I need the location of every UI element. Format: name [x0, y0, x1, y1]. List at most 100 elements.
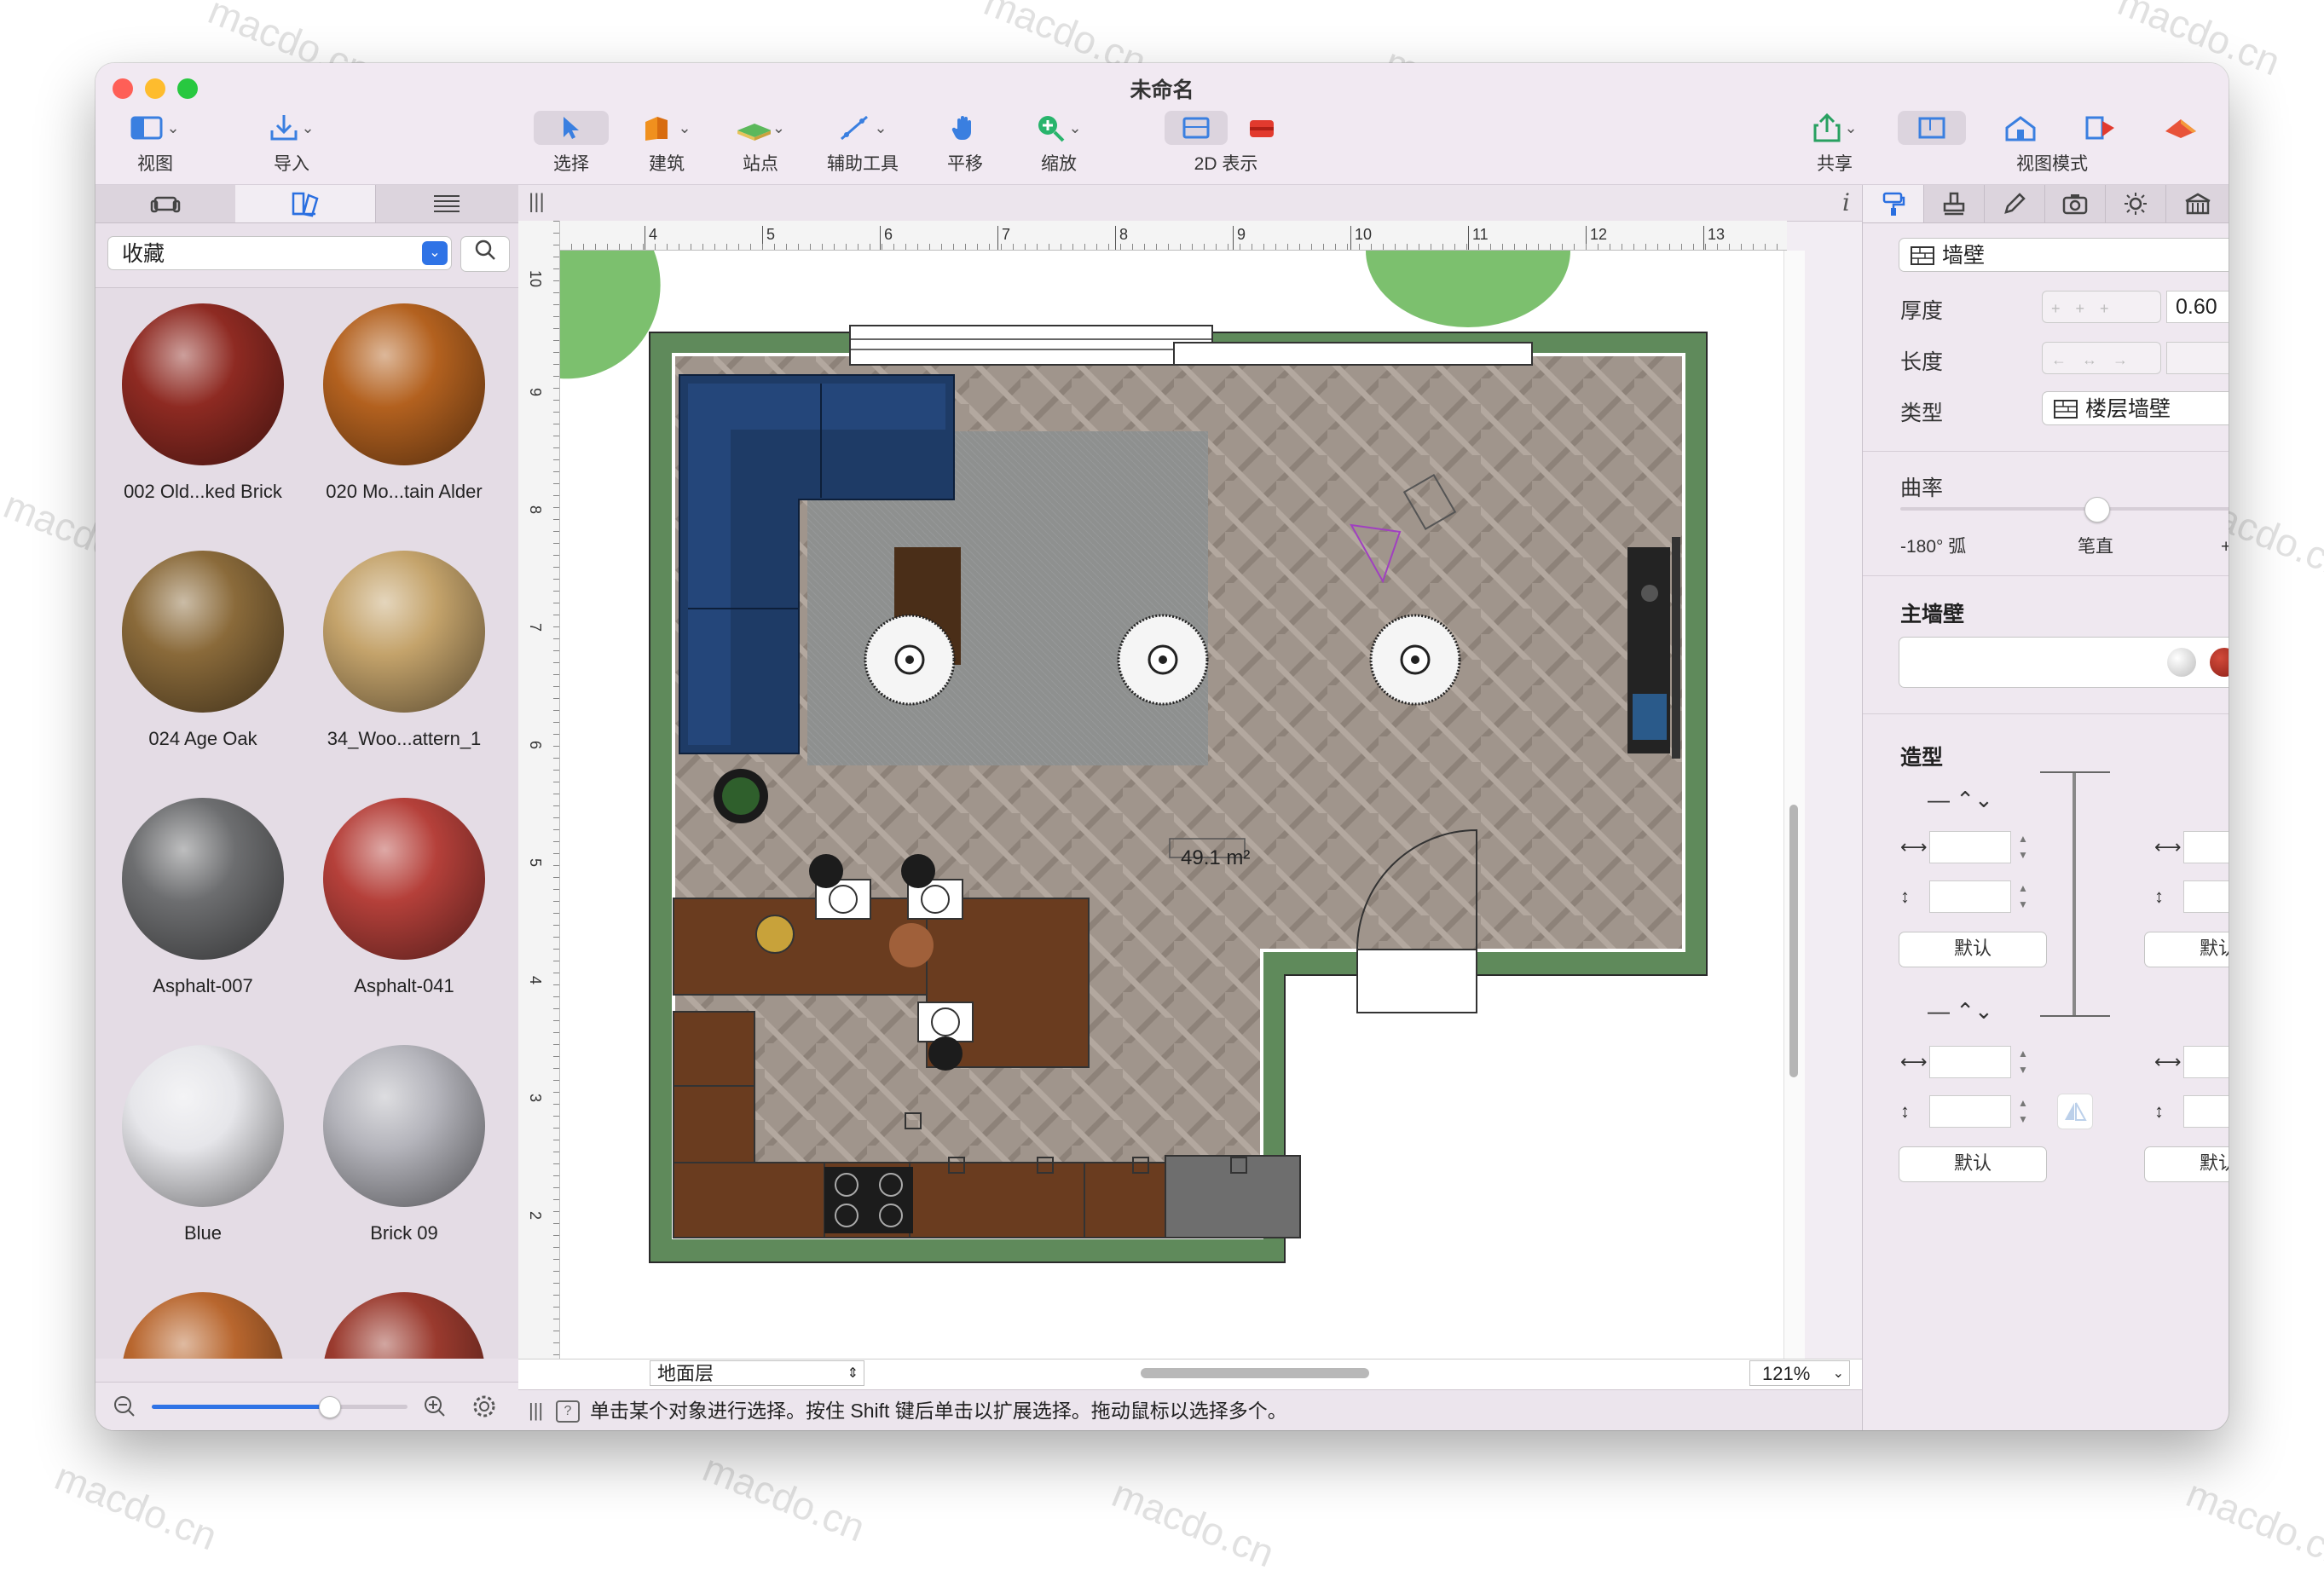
view-mode-house-button[interactable] — [1995, 111, 2046, 145]
ceiling-lamp[interactable] — [1117, 614, 1209, 706]
import-button[interactable]: ⌄ 导入 — [249, 111, 334, 179]
area-label[interactable]: 49.1 m² — [1181, 846, 1250, 869]
stepper[interactable]: ▲ ▼ — [2015, 1046, 2032, 1078]
shape-bottom-left-toggle[interactable]: — ⌃⌄ — [1928, 998, 1993, 1025]
ruler-tick-label: 8 — [527, 505, 544, 515]
display-2d-button[interactable] — [1165, 111, 1228, 145]
material-thumbnail[interactable]: Blue — [102, 1045, 304, 1244]
tab-pencil[interactable] — [1984, 185, 2045, 222]
red-material-swatch[interactable] — [2210, 648, 2229, 677]
gear-icon[interactable] — [471, 1393, 498, 1420]
default-button[interactable]: 默认 — [2144, 1146, 2229, 1182]
help-icon[interactable]: ? — [556, 1400, 580, 1423]
material-thumbnail[interactable]: 024 Age Oak — [102, 551, 304, 750]
material-sphere — [323, 798, 485, 960]
site-tool-button[interactable]: ⌄ 站点 — [718, 111, 803, 179]
material-name: 002 Old...ked Brick — [124, 481, 282, 502]
pan-tool-button[interactable]: 平移 — [931, 111, 999, 179]
watermark: macdo.cn — [2180, 1470, 2324, 1576]
wall-type-select[interactable]: 楼层墙壁 ⇕ — [2042, 391, 2229, 425]
library-category-select[interactable]: 收藏 ⌄ — [107, 236, 452, 270]
sidebar-toggle-icon[interactable]: ||| — [529, 190, 545, 214]
ruler-tick-label: 8 — [1115, 226, 1128, 250]
shape-br-height-input[interactable] — [2183, 1095, 2229, 1128]
material-thumbnail[interactable]: Asphalt-041 — [304, 798, 505, 997]
shape-bl-width-input[interactable] — [1929, 1046, 2011, 1078]
material-thumbnail[interactable]: Brick 09 — [304, 1045, 505, 1244]
default-button[interactable]: 默认 — [1899, 1146, 2047, 1182]
default-button[interactable]: 默认 — [2144, 932, 2229, 967]
tab-stamp[interactable] — [1923, 185, 1985, 222]
zoom-in-small-icon[interactable] — [423, 1394, 447, 1418]
tab-camera[interactable] — [2044, 185, 2106, 222]
tab-list[interactable] — [375, 185, 518, 222]
white-material-swatch[interactable] — [2167, 648, 2196, 677]
material-thumbnail[interactable]: 34_Woo...attern_1 — [304, 551, 505, 750]
shape-tl-height-input[interactable] — [1929, 880, 2011, 913]
floorplan-icon — [1918, 117, 1945, 139]
kitchen-counter-bottom[interactable] — [673, 1162, 1169, 1238]
ceiling-lamp[interactable] — [864, 614, 956, 706]
ruler-tick-label: 9 — [527, 388, 544, 397]
slider-knob[interactable] — [2084, 497, 2110, 522]
tab-objects[interactable] — [95, 185, 236, 222]
curvature-slider[interactable] — [1900, 497, 2229, 522]
library-panel: 收藏 ⌄ 002 Old...ked Brick 020 Mo...tain Ald… — [95, 185, 519, 1430]
aux-tools-button[interactable]: ⌄ 辅助工具 — [810, 111, 916, 179]
horizontal-scroll-thumb[interactable] — [1141, 1368, 1369, 1378]
stepper[interactable]: ▲ ▼ — [2015, 831, 2032, 863]
view-mode-elevation-button[interactable] — [2075, 111, 2126, 145]
shape-tr-height-input[interactable] — [2183, 880, 2229, 913]
thickness-align-buttons[interactable]: +++ — [2042, 291, 2161, 323]
library-search-button[interactable] — [460, 236, 510, 272]
window-top-left[interactable] — [849, 325, 1213, 366]
tab-building[interactable] — [2165, 185, 2229, 222]
scroll-thumb[interactable] — [1789, 805, 1798, 1077]
material-thumbnail[interactable]: 002 Old...ked Brick — [102, 303, 304, 503]
material-sphere — [122, 303, 284, 465]
tab-paint[interactable] — [1863, 185, 1924, 222]
door-opening[interactable] — [1356, 949, 1477, 1013]
shape-br-width-input[interactable] — [2183, 1046, 2229, 1078]
share-button[interactable]: ⌄ 共享 — [1801, 111, 1869, 179]
shape-tl-width-input[interactable] — [1929, 831, 2011, 863]
shape-top-left-toggle[interactable]: — ⌃⌄ — [1928, 787, 1993, 813]
view-menu-button[interactable]: ⌄ 视图 — [113, 111, 198, 179]
length-align-buttons[interactable]: ←↔→ — [2042, 342, 2161, 374]
vertical-scrollbar[interactable] — [1783, 251, 1805, 1359]
stepper[interactable]: ▲ ▼ — [2015, 1095, 2032, 1128]
floorplan-canvas[interactable]: 49.1 m² — [560, 251, 1783, 1359]
stepper[interactable]: ▲ ▼ — [2015, 880, 2032, 913]
shape-bl-height-input[interactable] — [1929, 1095, 2011, 1128]
select-tool-button[interactable]: 选择 — [530, 111, 612, 179]
zoom-tool-button[interactable]: ⌄ 缩放 — [1016, 111, 1101, 179]
material-thumbnail[interactable] — [304, 1292, 505, 1359]
object-type-select[interactable]: 墙壁 ⇕ — [1899, 238, 2229, 272]
sidebar-toggle-icon[interactable]: ||| — [529, 1390, 543, 1430]
sink-unit[interactable] — [1165, 1155, 1301, 1238]
ceiling-lamp[interactable] — [1369, 614, 1461, 706]
window-top-right[interactable] — [1173, 342, 1533, 366]
view-mode-plan-button[interactable] — [1898, 111, 1966, 145]
tab-materials[interactable] — [235, 185, 376, 222]
view-mode-3d-button[interactable] — [2155, 111, 2206, 145]
material-thumbnail[interactable] — [102, 1292, 304, 1359]
main-wall-material-well[interactable]: ⌄ — [1899, 637, 2229, 688]
material-thumbnail[interactable]: 020 Mo...tain Alder — [304, 303, 505, 503]
zoom-select[interactable]: 121% ⌄ — [1749, 1360, 1850, 1386]
thumbnail-size-slider[interactable] — [152, 1396, 408, 1418]
tab-light[interactable] — [2105, 185, 2166, 222]
zoom-out-small-icon[interactable] — [113, 1394, 136, 1418]
thickness-input[interactable]: 0.60 — [2166, 291, 2229, 323]
ruler-tick-label: 3 — [527, 1094, 544, 1103]
level-select[interactable]: 地面层 ⇕ — [650, 1360, 864, 1386]
mirror-button[interactable] — [2057, 1094, 2093, 1129]
display-3d-button[interactable] — [1236, 111, 1287, 145]
material-thumbnail[interactable]: Asphalt-007 — [102, 798, 304, 997]
shape-tr-width-input[interactable] — [2183, 831, 2229, 863]
build-tool-button[interactable]: ⌄ 建筑 — [624, 111, 709, 179]
slider-knob[interactable] — [319, 1396, 341, 1418]
length-input[interactable] — [2166, 342, 2229, 374]
info-icon[interactable]: i — [1842, 188, 1850, 216]
default-button[interactable]: 默认 — [1899, 932, 2047, 967]
